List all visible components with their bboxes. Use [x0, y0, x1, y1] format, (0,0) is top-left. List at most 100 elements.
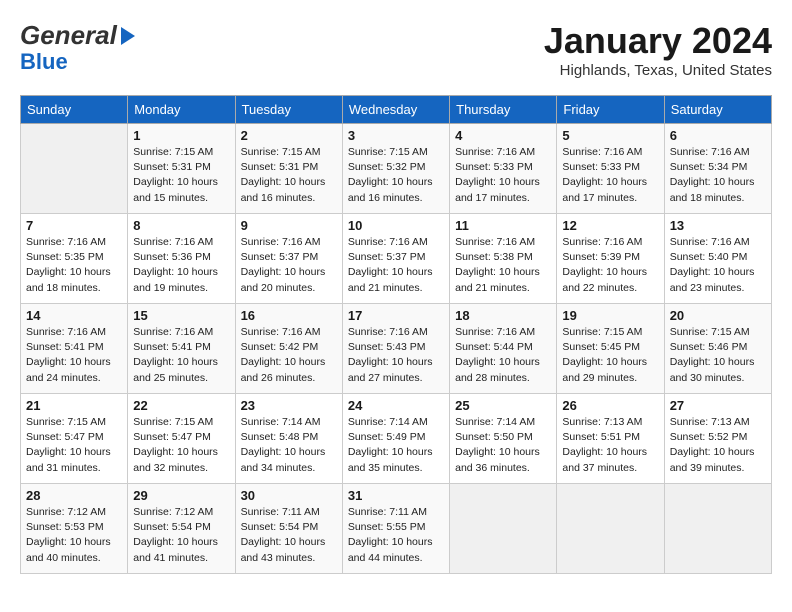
title-block: January 2024 Highlands, Texas, United St… [544, 20, 772, 79]
day-number: 3 [348, 128, 444, 143]
day-number: 10 [348, 218, 444, 233]
day-number: 19 [562, 308, 658, 323]
day-number: 6 [670, 128, 766, 143]
day-number: 15 [133, 308, 229, 323]
day-number: 25 [455, 398, 551, 413]
calendar-header-row: SundayMondayTuesdayWednesdayThursdayFrid… [21, 96, 772, 124]
day-detail: Sunrise: 7:16 AMSunset: 5:39 PMDaylight:… [562, 235, 658, 296]
day-detail: Sunrise: 7:16 AMSunset: 5:41 PMDaylight:… [26, 325, 122, 386]
day-detail: Sunrise: 7:16 AMSunset: 5:33 PMDaylight:… [455, 145, 551, 206]
calendar-cell: 17 Sunrise: 7:16 AMSunset: 5:43 PMDayligh… [342, 304, 449, 394]
day-number: 22 [133, 398, 229, 413]
logo-arrow-icon [121, 27, 135, 45]
day-number: 12 [562, 218, 658, 233]
header-day-saturday: Saturday [664, 96, 771, 124]
day-detail: Sunrise: 7:14 AMSunset: 5:48 PMDaylight:… [241, 415, 337, 476]
header-day-tuesday: Tuesday [235, 96, 342, 124]
day-number: 31 [348, 488, 444, 503]
day-number: 20 [670, 308, 766, 323]
calendar-cell: 27 Sunrise: 7:13 AMSunset: 5:52 PMDayligh… [664, 394, 771, 484]
day-number: 26 [562, 398, 658, 413]
day-number: 18 [455, 308, 551, 323]
day-number: 13 [670, 218, 766, 233]
day-number: 21 [26, 398, 122, 413]
header-day-monday: Monday [128, 96, 235, 124]
day-number: 24 [348, 398, 444, 413]
header-day-thursday: Thursday [450, 96, 557, 124]
header-day-sunday: Sunday [21, 96, 128, 124]
day-number: 1 [133, 128, 229, 143]
day-detail: Sunrise: 7:16 AMSunset: 5:35 PMDaylight:… [26, 235, 122, 296]
calendar-cell: 4 Sunrise: 7:16 AMSunset: 5:33 PMDaylight… [450, 124, 557, 214]
calendar-cell: 26Sunrise: 7:13 AMSunset: 5:51 PMDayligh… [557, 394, 664, 484]
day-number: 30 [241, 488, 337, 503]
calendar-cell: 24Sunrise: 7:14 AMSunset: 5:49 PMDayligh… [342, 394, 449, 484]
calendar-cell: 6 Sunrise: 7:16 AMSunset: 5:34 PMDaylight… [664, 124, 771, 214]
calendar-cell: 10 Sunrise: 7:16 AMSunset: 5:37 PMDayligh… [342, 214, 449, 304]
logo-blue-text: Blue [20, 49, 68, 74]
calendar-cell: 15Sunrise: 7:16 AMSunset: 5:41 PMDayligh… [128, 304, 235, 394]
calendar-cell: 5Sunrise: 7:16 AMSunset: 5:33 PMDaylight… [557, 124, 664, 214]
calendar-body: 1 Sunrise: 7:15 AMSunset: 5:31 PMDaylight… [21, 124, 772, 574]
day-detail: Sunrise: 7:16 AMSunset: 5:36 PMDaylight:… [133, 235, 229, 296]
day-number: 9 [241, 218, 337, 233]
day-detail: Sunrise: 7:16 AMSunset: 5:40 PMDaylight:… [670, 235, 766, 296]
day-number: 16 [241, 308, 337, 323]
day-detail: Sunrise: 7:15 AMSunset: 5:31 PMDaylight:… [133, 145, 229, 206]
day-detail: Sunrise: 7:16 AMSunset: 5:37 PMDaylight:… [348, 235, 444, 296]
calendar-cell: 21 Sunrise: 7:15 AMSunset: 5:47 PMDayligh… [21, 394, 128, 484]
day-detail: Sunrise: 7:16 AMSunset: 5:44 PMDaylight:… [455, 325, 551, 386]
day-detail: Sunrise: 7:15 AMSunset: 5:31 PMDaylight:… [241, 145, 337, 206]
calendar-cell: 2 Sunrise: 7:15 AMSunset: 5:31 PMDaylight… [235, 124, 342, 214]
calendar-cell: 14 Sunrise: 7:16 AMSunset: 5:41 PMDayligh… [21, 304, 128, 394]
day-number: 14 [26, 308, 122, 323]
day-detail: Sunrise: 7:15 AMSunset: 5:32 PMDaylight:… [348, 145, 444, 206]
calendar-cell [557, 484, 664, 574]
calendar-cell: 30Sunrise: 7:11 AMSunset: 5:54 PMDayligh… [235, 484, 342, 574]
day-number: 23 [241, 398, 337, 413]
calendar-cell: 12 Sunrise: 7:16 AMSunset: 5:39 PMDayligh… [557, 214, 664, 304]
day-number: 29 [133, 488, 229, 503]
calendar-cell: 8 Sunrise: 7:16 AMSunset: 5:36 PMDaylight… [128, 214, 235, 304]
calendar-cell: 20Sunrise: 7:15 AMSunset: 5:46 PMDayligh… [664, 304, 771, 394]
calendar-cell: 25Sunrise: 7:14 AMSunset: 5:50 PMDayligh… [450, 394, 557, 484]
day-detail: Sunrise: 7:13 AMSunset: 5:52 PMDaylight:… [670, 415, 766, 476]
day-number: 2 [241, 128, 337, 143]
day-number: 7 [26, 218, 122, 233]
day-detail: Sunrise: 7:16 AMSunset: 5:38 PMDaylight:… [455, 235, 551, 296]
calendar-cell: 1 Sunrise: 7:15 AMSunset: 5:31 PMDaylight… [128, 124, 235, 214]
day-number: 27 [670, 398, 766, 413]
calendar-cell: 13 Sunrise: 7:16 AMSunset: 5:40 PMDayligh… [664, 214, 771, 304]
calendar-cell: 16 Sunrise: 7:16 AMSunset: 5:42 PMDayligh… [235, 304, 342, 394]
week-row-5: 28Sunrise: 7:12 AMSunset: 5:53 PMDayligh… [21, 484, 772, 574]
calendar-cell: 28Sunrise: 7:12 AMSunset: 5:53 PMDayligh… [21, 484, 128, 574]
calendar-cell: 31Sunrise: 7:11 AMSunset: 5:55 PMDayligh… [342, 484, 449, 574]
day-number: 11 [455, 218, 551, 233]
logo: General Blue [20, 20, 135, 75]
calendar-cell: 7 Sunrise: 7:16 AMSunset: 5:35 PMDaylight… [21, 214, 128, 304]
day-detail: Sunrise: 7:12 AMSunset: 5:54 PMDaylight:… [133, 505, 229, 566]
header-day-friday: Friday [557, 96, 664, 124]
day-detail: Sunrise: 7:16 AMSunset: 5:42 PMDaylight:… [241, 325, 337, 386]
calendar-cell: 3 Sunrise: 7:15 AMSunset: 5:32 PMDaylight… [342, 124, 449, 214]
calendar-cell [21, 124, 128, 214]
week-row-1: 1 Sunrise: 7:15 AMSunset: 5:31 PMDaylight… [21, 124, 772, 214]
day-number: 4 [455, 128, 551, 143]
calendar-cell: 9Sunrise: 7:16 AMSunset: 5:37 PMDaylight… [235, 214, 342, 304]
month-title: January 2024 [544, 20, 772, 62]
day-number: 17 [348, 308, 444, 323]
day-number: 8 [133, 218, 229, 233]
calendar-cell: 18 Sunrise: 7:16 AMSunset: 5:44 PMDayligh… [450, 304, 557, 394]
calendar-cell [450, 484, 557, 574]
calendar-cell [664, 484, 771, 574]
header-day-wednesday: Wednesday [342, 96, 449, 124]
day-detail: Sunrise: 7:16 AMSunset: 5:34 PMDaylight:… [670, 145, 766, 206]
day-detail: Sunrise: 7:15 AMSunset: 5:47 PMDaylight:… [26, 415, 122, 476]
week-row-4: 21 Sunrise: 7:15 AMSunset: 5:47 PMDayligh… [21, 394, 772, 484]
calendar-cell: 22 Sunrise: 7:15 AMSunset: 5:47 PMDayligh… [128, 394, 235, 484]
day-detail: Sunrise: 7:16 AMSunset: 5:43 PMDaylight:… [348, 325, 444, 386]
day-detail: Sunrise: 7:15 AMSunset: 5:47 PMDaylight:… [133, 415, 229, 476]
day-number: 28 [26, 488, 122, 503]
week-row-2: 7 Sunrise: 7:16 AMSunset: 5:35 PMDaylight… [21, 214, 772, 304]
logo-general-text: General [20, 20, 117, 51]
